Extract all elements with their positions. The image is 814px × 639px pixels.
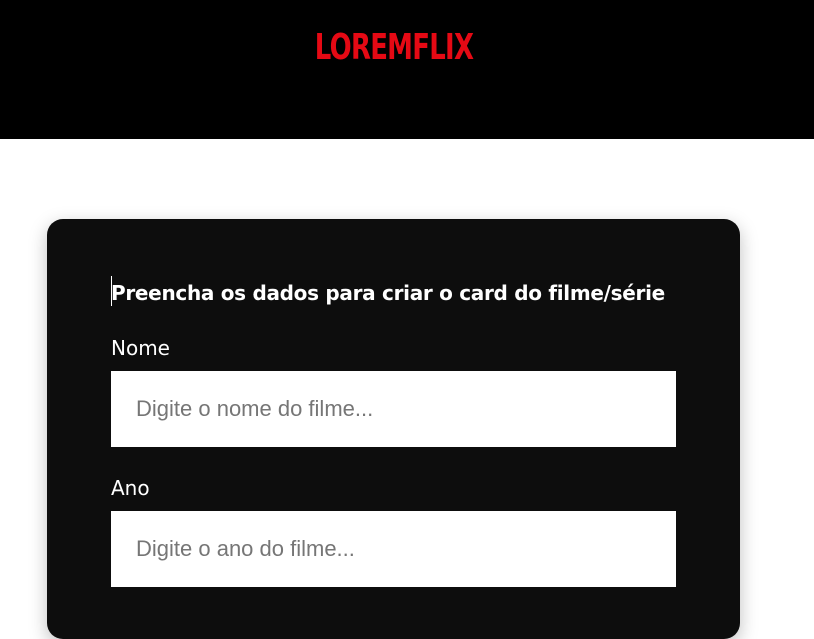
create-card-form: Preencha os dados para criar o card do f…: [47, 219, 740, 639]
site-header: LOREMFLIX: [0, 0, 814, 139]
name-input[interactable]: [111, 371, 676, 447]
year-input[interactable]: [111, 511, 676, 587]
form-title: Preencha os dados para criar o card do f…: [111, 281, 665, 305]
loremflix-logo[interactable]: LOREMFLIX: [110, 26, 677, 70]
name-label: Nome: [111, 336, 170, 360]
year-label: Ano: [111, 476, 150, 500]
